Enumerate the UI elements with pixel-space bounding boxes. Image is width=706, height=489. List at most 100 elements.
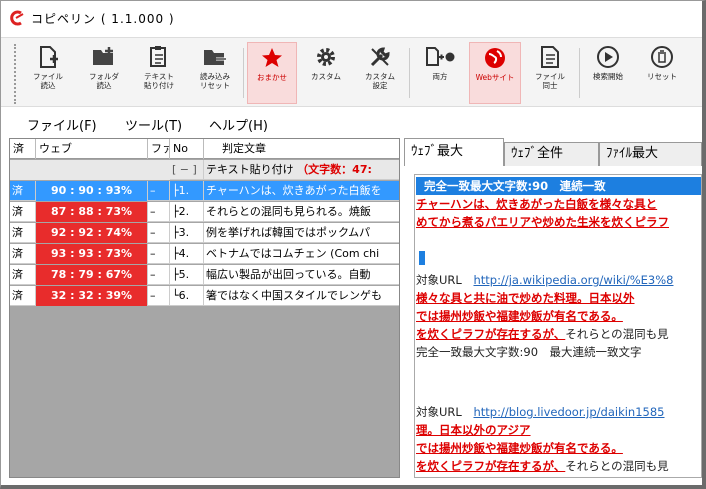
row-number: ├2. xyxy=(170,202,204,222)
row-match-percent: 32 : 32 : 39% xyxy=(36,286,148,306)
tab-web-max[interactable]: ｳｪﾌﾞ最大 xyxy=(404,138,504,166)
row-status: 済 xyxy=(10,265,36,285)
grid-header: 済 ウェブ ファ No 判定文章 xyxy=(10,139,399,159)
app-logo-icon xyxy=(10,10,24,26)
results-grid[interactable]: 済 ウェブ ファ No 判定文章 [ − ] テキスト貼り付け （文字数：47:… xyxy=(9,138,400,478)
globe-icon xyxy=(485,48,505,68)
col-file[interactable]: ファ xyxy=(148,139,170,159)
menu-help[interactable]: ヘルプ(H) xyxy=(209,115,268,134)
match-summary-header: 完全一致最大文字数:90 連続一致 xyxy=(416,177,701,195)
ribbon-separator xyxy=(579,48,580,98)
match-text-red: を炊くピラフが存在するが、 xyxy=(416,459,566,473)
menu-tools[interactable]: ツール(T) xyxy=(125,115,182,134)
row-file: – xyxy=(148,265,170,285)
row-text: 箸ではなく中国スタイルでレンゲも xyxy=(206,289,382,302)
website-label: Webサイト xyxy=(475,73,515,82)
gear-icon xyxy=(317,48,335,66)
file-to-file-label: ファイル 同士 xyxy=(535,72,565,90)
file-to-file-button[interactable]: ファイル 同士 xyxy=(525,42,575,104)
group-row[interactable]: [ − ] テキスト貼り付け （文字数：47: xyxy=(10,160,399,180)
tab-bar: ｳｪﾌﾞ最大 ｳｪﾌﾞ全件 ﾌｧｲﾙ最大 xyxy=(404,138,702,166)
folder-import-label: フォルダ 読込 xyxy=(89,72,119,90)
row-match-percent: 90 : 90 : 93% xyxy=(36,181,148,201)
source-url-link[interactable]: http://blog.livedoor.jp/daikin1585 xyxy=(473,405,664,419)
table-row[interactable]: 済 93 : 93 : 73% – ├4. ベトナムではコムチェン (Com chi xyxy=(10,244,399,264)
match-text-line: では揚州炒飯や福建炒飯が有名である。 xyxy=(416,441,623,455)
tab-file-max[interactable]: ﾌｧｲﾙ最大 xyxy=(599,142,702,166)
row-status: 済 xyxy=(10,202,36,222)
file-import-label: ファイル 読込 xyxy=(33,72,63,90)
row-status: 済 xyxy=(10,223,36,243)
row-match-percent: 78 : 79 : 67% xyxy=(36,265,148,285)
text-paste-label: テキスト 貼り付け xyxy=(144,72,174,90)
reset-button[interactable]: リセット xyxy=(637,42,687,104)
match-detail-view[interactable]: 完全一致最大文字数:90 連続一致 チャーハンは、炊きあがった白飯を様々な具と … xyxy=(414,174,702,478)
row-match-percent: 93 : 93 : 73% xyxy=(36,244,148,264)
result-panel: ｳｪﾌﾞ最大 ｳｪﾌﾞ全件 ﾌｧｲﾙ最大 完全一致最大文字数:90 連続一致 チ… xyxy=(404,138,702,478)
row-text: チャーハンは、炊きあがった白飯を xyxy=(206,184,382,197)
app-window: コピペリン ( 1.1.000 ) ファイル 読込 フォルダ 読込 テキスト 貼り付け… xyxy=(0,0,706,489)
ribbon-toolbar: ファイル 読込 フォルダ 読込 テキスト 貼り付け 読み込み リセット おまかせ カスタ… xyxy=(1,37,702,107)
match-text-line: めてから煮るパエリアや炒めた生米を炊くピラフ xyxy=(416,215,669,229)
col-web[interactable]: ウェブ xyxy=(36,139,148,159)
omakase-label: おまかせ xyxy=(257,73,287,82)
row-match-percent: 92 : 92 : 74% xyxy=(36,223,148,243)
row-match-percent: 87 : 88 : 73% xyxy=(36,202,148,222)
table-row[interactable]: 済 92 : 92 : 74% – ├3. 例を挙げれば韓国ではポックムパ xyxy=(10,223,399,243)
star-icon xyxy=(262,48,282,67)
table-row[interactable]: 済 90 : 90 : 93% – ├1. チャーハンは、炊きあがった白飯を xyxy=(10,181,399,201)
row-text: ベトナムではコムチェン (Com chi xyxy=(206,247,380,260)
source-url-link[interactable]: http://ja.wikipedia.org/wiki/%E3%8 xyxy=(473,273,673,287)
custom-button[interactable]: カスタム xyxy=(301,42,351,104)
col-status[interactable]: 済 xyxy=(10,139,36,159)
match-text-plain: それらとの混同も見 xyxy=(565,459,669,473)
match-text-line: では揚州炒飯や福建炒飯が有名である。 xyxy=(416,309,623,323)
paste-icon xyxy=(150,46,166,67)
folder-minus-icon xyxy=(204,50,226,65)
match-text-line: 理。日本以外のアジア xyxy=(416,423,531,437)
row-number: ├5. xyxy=(170,265,204,285)
folder-import-button[interactable]: フォルダ 読込 xyxy=(79,42,129,104)
group-label: テキスト貼り付け xyxy=(206,163,294,176)
row-file: – xyxy=(148,202,170,222)
match-text-line: を炊くピラフが存在するが、それらとの混同も見 xyxy=(416,325,669,343)
match-text-line: を炊くピラフが存在するが、それらとの混同も見 xyxy=(416,457,669,475)
omakase-button[interactable]: おまかせ xyxy=(247,42,297,104)
row-text: それらとの混同も見られる。焼飯 xyxy=(206,205,371,218)
text-paste-button[interactable]: テキスト 貼り付け xyxy=(134,42,184,104)
row-file: – xyxy=(148,181,170,201)
row-status: 済 xyxy=(10,244,36,264)
table-row[interactable]: 済 32 : 32 : 39% – └6. 箸ではなく中国スタイルでレンゲも xyxy=(10,286,399,306)
window-title: コピペリン ( 1.1.000 ) xyxy=(31,12,175,26)
wrench-icon xyxy=(370,47,390,67)
ribbon-grip xyxy=(14,44,16,104)
row-number: ├4. xyxy=(170,244,204,264)
match-marker xyxy=(419,251,425,265)
col-text[interactable]: 判定文章 xyxy=(204,139,399,159)
url-label: 対象URL xyxy=(416,273,462,287)
table-row[interactable]: 済 87 : 88 : 73% – ├2. それらとの混同も見られる。焼飯 xyxy=(10,202,399,222)
both-button[interactable]: 両方 xyxy=(415,42,465,104)
menu-file[interactable]: ファイル(F) xyxy=(27,115,97,134)
table-row[interactable]: 済 78 : 79 : 67% – ├5. 幅広い製品が出回っている。自動 xyxy=(10,265,399,285)
menu-bar: ファイル(F) ツール(T) ヘルプ(H) xyxy=(1,109,702,135)
reload-reset-button[interactable]: 読み込み リセット xyxy=(190,42,240,104)
col-no[interactable]: No xyxy=(170,139,204,159)
folder-plus-icon xyxy=(93,47,113,65)
row-status: 済 xyxy=(10,181,36,201)
tab-web-all[interactable]: ｳｪﾌﾞ全件 xyxy=(504,142,599,166)
file-import-button[interactable]: ファイル 読込 xyxy=(23,42,73,104)
group-toggle[interactable]: [ − ] xyxy=(170,160,204,180)
both-label: 両方 xyxy=(432,72,448,81)
website-button[interactable]: Webサイト xyxy=(469,42,521,104)
row-text: 幅広い製品が出回っている。自動 xyxy=(206,268,371,281)
trash-icon xyxy=(651,46,673,68)
file-plus-icon xyxy=(40,46,58,68)
row-number: └6. xyxy=(170,286,204,306)
doc-plus-globe-icon xyxy=(426,47,455,66)
start-check-button[interactable]: 検索開始 xyxy=(583,42,633,104)
match-text-line: 様々な具と共に油で炒めた料理。日本以外 xyxy=(416,291,635,305)
row-file: – xyxy=(148,244,170,264)
custom-settings-button[interactable]: カスタム 設定 xyxy=(355,42,405,104)
title-bar: コピペリン ( 1.1.000 ) xyxy=(1,1,702,35)
